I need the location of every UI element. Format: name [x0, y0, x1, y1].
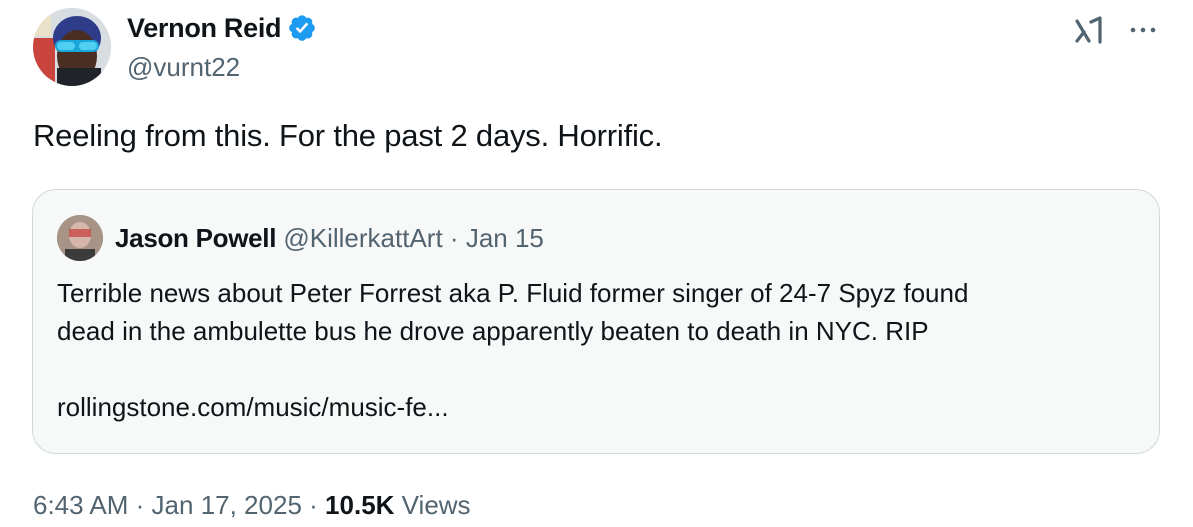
- views-label: Views: [401, 490, 471, 520]
- views-count: 10.5K: [325, 490, 395, 520]
- author-name-row: Vernon Reid: [127, 10, 317, 46]
- tweet: Vernon Reid @vurnt22 Reeling from this. …: [0, 0, 1193, 527]
- quoted-tweet-meta: Jason Powell @KillerkattArt · Jan 15: [115, 223, 544, 254]
- author-avatar[interactable]: [33, 8, 111, 86]
- tweet-date[interactable]: Jan 17, 2025: [152, 490, 302, 520]
- quoted-tweet-text-line: Terrible news about Peter Forrest aka P.…: [57, 278, 969, 308]
- quoted-tweet-card[interactable]: Jason Powell @KillerkattArt · Jan 15 Ter…: [32, 189, 1160, 454]
- quoted-meta-separator: ·: [449, 223, 459, 253]
- quoted-author-avatar-image: [57, 215, 103, 261]
- verified-badge-icon[interactable]: [287, 13, 317, 43]
- tweet-footer-meta: 6:43 AM · Jan 17, 2025 · 10.5K Views: [33, 490, 471, 521]
- author-avatar-image: [33, 8, 111, 86]
- footer-separator: ·: [135, 490, 145, 520]
- author-name[interactable]: Vernon Reid: [127, 13, 282, 44]
- quoted-author-avatar: [57, 215, 103, 261]
- quoted-tweet-link[interactable]: rollingstone.com/music/music-fe...: [57, 392, 449, 423]
- tweet-text: Reeling from this. For the past 2 days. …: [33, 118, 663, 153]
- quoted-tweet-date: Jan 15: [465, 223, 544, 253]
- footer-separator: ·: [309, 490, 318, 520]
- quoted-tweet-text: Terrible news about Peter Forrest aka P.…: [57, 274, 1147, 350]
- tweet-time[interactable]: 6:43 AM: [33, 490, 128, 520]
- quoted-author-name: Jason Powell: [115, 223, 277, 253]
- author-handle[interactable]: @vurnt22: [127, 52, 240, 83]
- grok-icon[interactable]: [1073, 14, 1107, 48]
- quoted-tweet-text-line: dead in the ambulette bus he drove appar…: [57, 316, 929, 346]
- quoted-author-handle: @KillerkattArt: [283, 223, 443, 253]
- more-icon[interactable]: [1126, 16, 1160, 44]
